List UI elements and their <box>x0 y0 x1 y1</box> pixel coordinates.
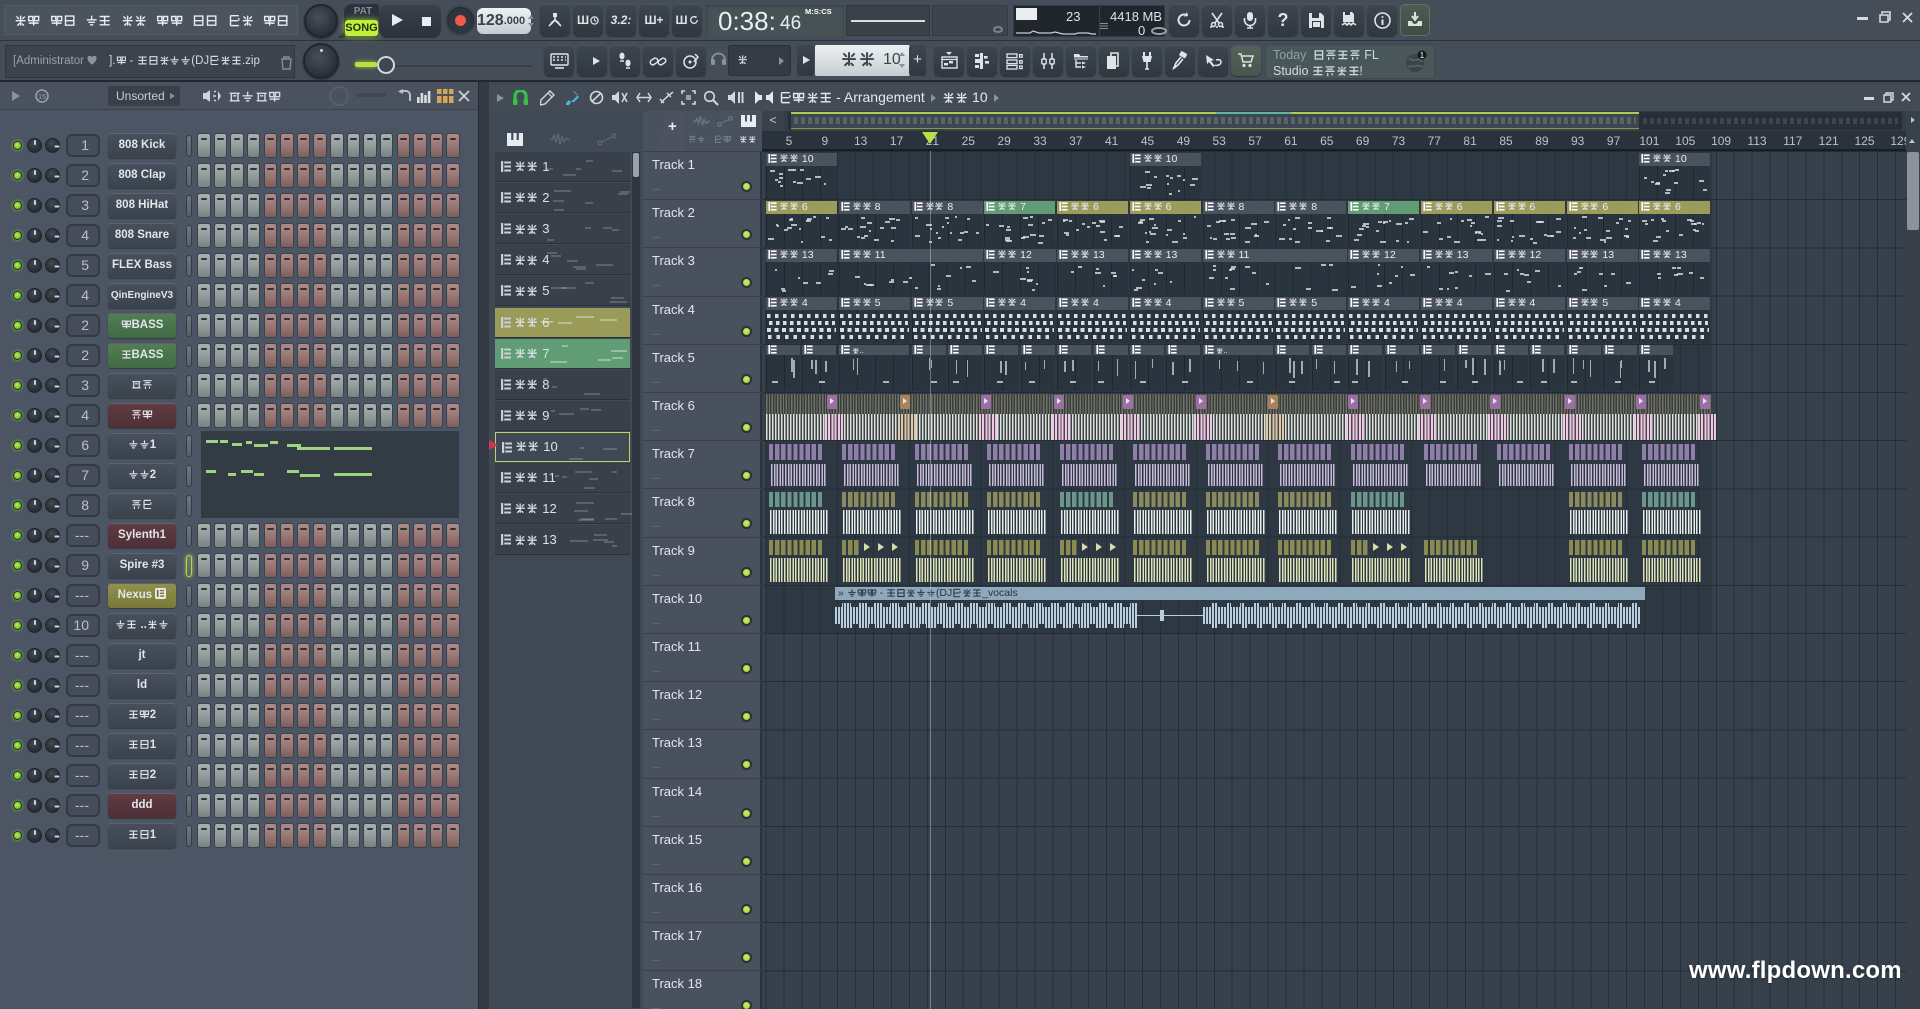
svg-text:15: 15 <box>38 94 46 101</box>
svg-text:1: 1 <box>1420 51 1425 60</box>
